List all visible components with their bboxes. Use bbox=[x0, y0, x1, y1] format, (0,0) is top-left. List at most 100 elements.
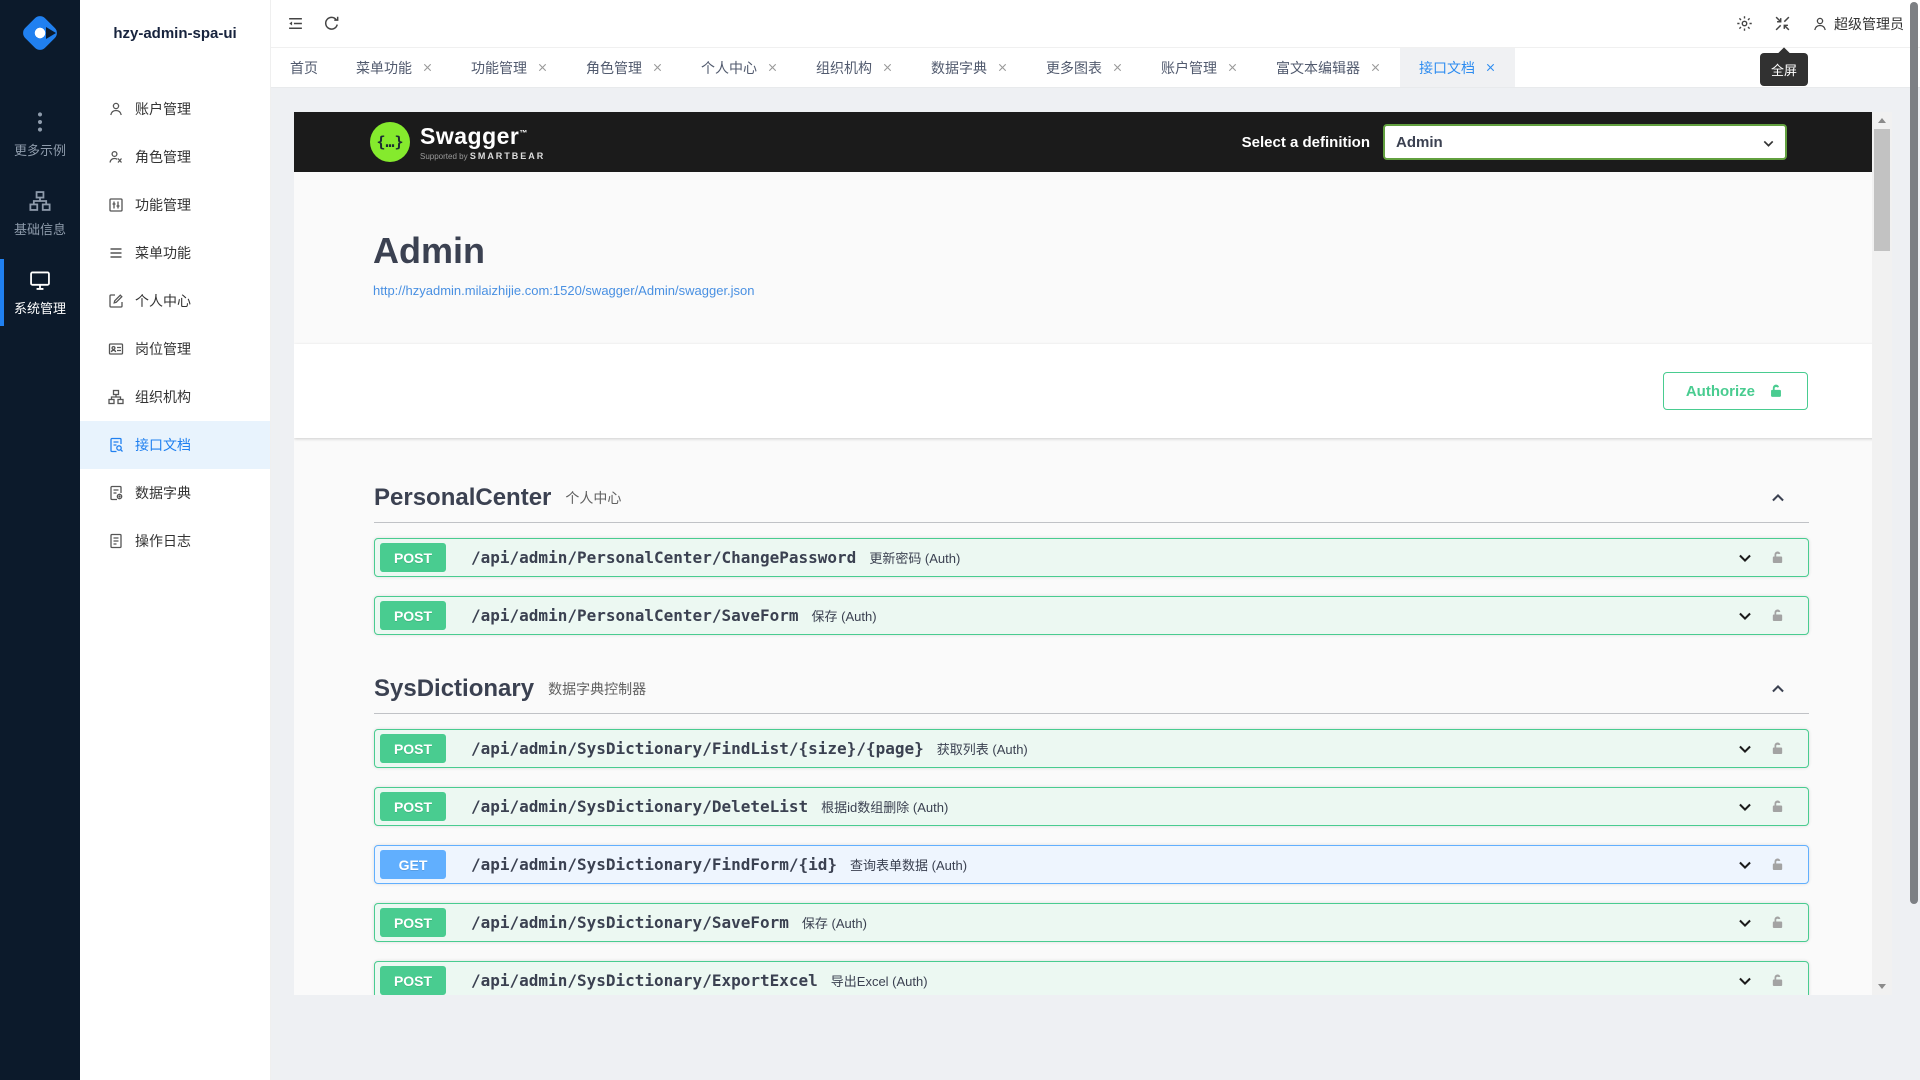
tab-close-icon[interactable] bbox=[537, 62, 548, 73]
scheme-container: Authorize bbox=[294, 344, 1892, 438]
rail-item[interactable]: 基础信息 bbox=[0, 174, 80, 253]
scroll-up-button[interactable] bbox=[1872, 112, 1892, 129]
lock-open-icon[interactable] bbox=[1769, 798, 1786, 815]
swagger-scrollbar[interactable] bbox=[1872, 112, 1892, 995]
tab-close-icon[interactable] bbox=[997, 62, 1008, 73]
endpoint-row[interactable]: POST /api/admin/SysDictionary/ExportExce… bbox=[374, 961, 1809, 995]
lock-open-icon[interactable] bbox=[1769, 972, 1786, 989]
scroll-down-button[interactable] bbox=[1872, 978, 1892, 995]
tab[interactable]: 账户管理 bbox=[1142, 48, 1257, 87]
expand-chevron-down-icon[interactable] bbox=[1736, 856, 1754, 874]
endpoint-list: POST /api/admin/SysDictionary/FindList/{… bbox=[374, 729, 1809, 995]
tab-close-icon[interactable] bbox=[882, 62, 893, 73]
sidebar-item-label: 操作日志 bbox=[135, 531, 191, 551]
fullscreen-icon[interactable] bbox=[1774, 15, 1791, 32]
section-header[interactable]: SysDictionary 数据字典控制器 bbox=[374, 675, 1809, 714]
sidebar-item[interactable]: 账户管理 bbox=[80, 85, 270, 133]
sidebar-item-label: 接口文档 bbox=[135, 435, 191, 455]
rail-item[interactable]: 更多示例 bbox=[0, 95, 80, 174]
lock-open-icon[interactable] bbox=[1769, 740, 1786, 757]
section-header[interactable]: PersonalCenter 个人中心 bbox=[374, 484, 1809, 523]
tab[interactable]: 个人中心 bbox=[682, 48, 797, 87]
sidebar-item-label: 岗位管理 bbox=[135, 339, 191, 359]
sidebar-item[interactable]: 组织机构 bbox=[80, 373, 270, 421]
tab-label: 接口文档 bbox=[1419, 58, 1475, 78]
tab[interactable]: 接口文档 bbox=[1400, 48, 1515, 87]
endpoint-row[interactable]: GET /api/admin/SysDictionary/FindForm/{i… bbox=[374, 845, 1809, 884]
expand-chevron-down-icon[interactable] bbox=[1736, 972, 1754, 990]
header-actions: 超级管理员 bbox=[1736, 14, 1920, 34]
tab[interactable]: 菜单功能 bbox=[337, 48, 452, 87]
tab-close-icon[interactable] bbox=[1112, 62, 1123, 73]
tab[interactable]: 角色管理 bbox=[567, 48, 682, 87]
section-collapse-chevron-up-icon[interactable] bbox=[1769, 680, 1787, 698]
sidebar-item[interactable]: 操作日志 bbox=[80, 517, 270, 565]
tab[interactable]: 更多图表 bbox=[1027, 48, 1142, 87]
authorize-button[interactable]: Authorize bbox=[1663, 372, 1808, 410]
swagger-logo: {…} Swagger™ Supported by SMARTBEAR bbox=[370, 122, 545, 162]
tab-close-icon[interactable] bbox=[1227, 62, 1238, 73]
tab-close-icon[interactable] bbox=[652, 62, 663, 73]
swagger-scrollbar-thumb[interactable] bbox=[1874, 129, 1890, 251]
tab[interactable]: 组织机构 bbox=[797, 48, 912, 87]
tab-label: 角色管理 bbox=[586, 58, 642, 78]
sidebar-item[interactable]: 数据字典 bbox=[80, 469, 270, 517]
expand-chevron-down-icon[interactable] bbox=[1736, 607, 1754, 625]
expand-chevron-down-icon[interactable] bbox=[1736, 798, 1754, 816]
endpoint-row[interactable]: POST /api/admin/PersonalCenter/SaveForm … bbox=[374, 596, 1809, 635]
tab-close-icon[interactable] bbox=[1370, 62, 1381, 73]
section-subtitle: 数据字典控制器 bbox=[548, 679, 646, 699]
collapse-sidebar-icon[interactable] bbox=[287, 15, 304, 32]
tab-label: 个人中心 bbox=[701, 58, 757, 78]
tab-close-icon[interactable] bbox=[767, 62, 778, 73]
sidebar-item[interactable]: 功能管理 bbox=[80, 181, 270, 229]
user-menu[interactable]: 超级管理员 bbox=[1812, 14, 1904, 34]
lock-open-icon[interactable] bbox=[1769, 914, 1786, 931]
sidebar-item[interactable]: 菜单功能 bbox=[80, 229, 270, 277]
page-scrollbar-thumb[interactable] bbox=[1910, 2, 1918, 904]
api-sections: PersonalCenter 个人中心 POST /api/admin/Pers… bbox=[294, 438, 1892, 995]
lock-open-icon[interactable] bbox=[1769, 607, 1786, 624]
sidebar-item[interactable]: 个人中心 bbox=[80, 277, 270, 325]
tab-label: 更多图表 bbox=[1046, 58, 1102, 78]
section-title: PersonalCenter bbox=[374, 484, 551, 512]
expand-chevron-down-icon[interactable] bbox=[1736, 914, 1754, 932]
rail-item-icon bbox=[29, 190, 51, 212]
gear-icon[interactable] bbox=[1736, 15, 1753, 32]
endpoint-actions bbox=[1736, 856, 1786, 874]
endpoint-row[interactable]: POST /api/admin/PersonalCenter/ChangePas… bbox=[374, 538, 1809, 577]
endpoint-row[interactable]: POST /api/admin/SysDictionary/DeleteList… bbox=[374, 787, 1809, 826]
endpoint-row[interactable]: POST /api/admin/SysDictionary/FindList/{… bbox=[374, 729, 1809, 768]
rail-item[interactable]: 系统管理 bbox=[0, 253, 80, 332]
definition-select[interactable]: Admin bbox=[1383, 124, 1787, 160]
endpoint-row[interactable]: POST /api/admin/SysDictionary/SaveForm 保… bbox=[374, 903, 1809, 942]
tab[interactable]: 数据字典 bbox=[912, 48, 1027, 87]
refresh-icon[interactable] bbox=[323, 15, 340, 32]
definition-select-label: Select a definition bbox=[1242, 134, 1370, 151]
tab-label: 首页 bbox=[290, 58, 318, 78]
sidebar-item-label: 组织机构 bbox=[135, 387, 191, 407]
tab-close-icon[interactable] bbox=[422, 62, 433, 73]
endpoint-description: 导出Excel (Auth) bbox=[831, 971, 928, 990]
tab[interactable]: 富文本编辑器 bbox=[1257, 48, 1400, 87]
endpoint-actions bbox=[1736, 972, 1786, 990]
lock-open-icon[interactable] bbox=[1769, 856, 1786, 873]
sidebar-item[interactable]: 角色管理 bbox=[80, 133, 270, 181]
api-spec-url[interactable]: http://hzyadmin.milaizhijie.com:1520/swa… bbox=[373, 283, 1809, 298]
sidebar-item[interactable]: 岗位管理 bbox=[80, 325, 270, 373]
endpoint-description: 查询表单数据 (Auth) bbox=[850, 855, 967, 874]
section-collapse-chevron-up-icon[interactable] bbox=[1769, 489, 1787, 507]
expand-chevron-down-icon[interactable] bbox=[1736, 549, 1754, 567]
sidebar-item-label: 个人中心 bbox=[135, 291, 191, 311]
app-logo[interactable] bbox=[16, 9, 64, 57]
method-badge: POST bbox=[380, 543, 446, 572]
endpoint-path: /api/admin/SysDictionary/ExportExcel bbox=[471, 971, 818, 990]
sidebar-item[interactable]: 接口文档 bbox=[80, 421, 270, 469]
api-section: PersonalCenter 个人中心 POST /api/admin/Pers… bbox=[374, 484, 1809, 635]
lock-open-icon[interactable] bbox=[1769, 549, 1786, 566]
tab[interactable]: 首页 bbox=[271, 48, 337, 87]
expand-chevron-down-icon[interactable] bbox=[1736, 740, 1754, 758]
tab[interactable]: 功能管理 bbox=[452, 48, 567, 87]
tab-close-icon[interactable] bbox=[1485, 62, 1496, 73]
rail-item-label: 更多示例 bbox=[14, 140, 66, 159]
